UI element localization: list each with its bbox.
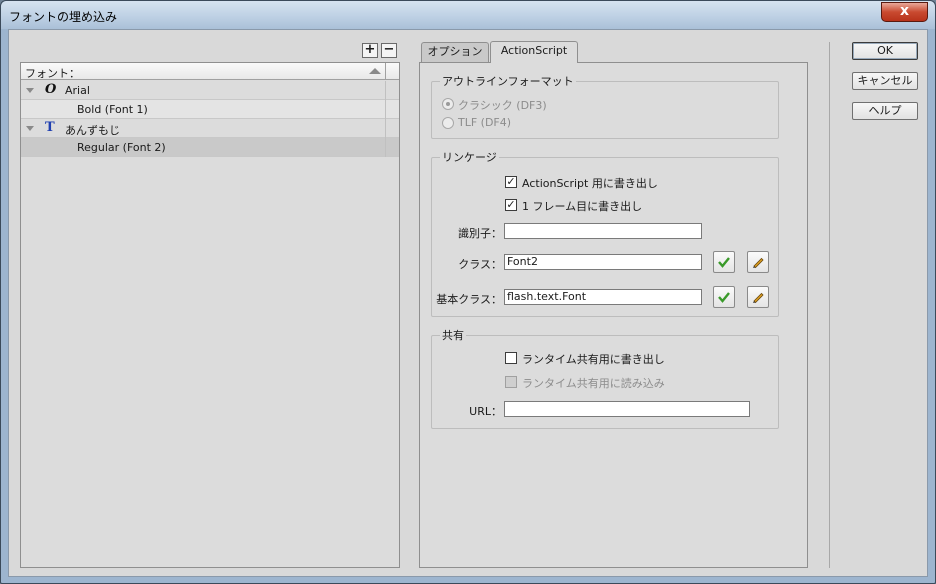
font-family-label: あんずもじ bbox=[65, 124, 120, 137]
font-column-header: フォント： bbox=[25, 67, 80, 80]
italic-o-font-icon: O bbox=[45, 82, 57, 97]
ok-button[interactable]: OK bbox=[852, 42, 918, 60]
validate-base-class-button[interactable] bbox=[713, 286, 735, 308]
import-runtime-sharing-label: ランタイム共有用に読み込み bbox=[522, 377, 665, 390]
font-style-label: Bold (Font 1) bbox=[77, 103, 148, 116]
outline-format-group: アウトラインフォーマット クラシック (DF3) TLF (DF4) bbox=[431, 73, 779, 139]
class-input[interactable]: Font2 bbox=[504, 254, 702, 270]
dialog-body: + − フォント： O Arial Bold (Font 1) T あんずもじ … bbox=[8, 29, 928, 577]
export-for-actionscript-checkbox[interactable]: ✓ bbox=[505, 176, 517, 188]
pencil-icon bbox=[753, 257, 764, 269]
export-runtime-sharing-checkbox[interactable] bbox=[505, 352, 517, 364]
checkmark-icon bbox=[718, 292, 730, 303]
export-for-actionscript-label: ActionScript 用に書き出し bbox=[522, 177, 658, 190]
remove-font-button[interactable]: − bbox=[381, 43, 397, 58]
font-style-row-selected[interactable]: Regular (Font 2) bbox=[21, 138, 399, 157]
title-bar: フォントの埋め込み x bbox=[1, 1, 935, 29]
pencil-icon bbox=[753, 292, 764, 304]
font-style-label: Regular (Font 2) bbox=[77, 141, 166, 154]
add-font-button[interactable]: + bbox=[362, 43, 378, 58]
font-list[interactable]: フォント： O Arial Bold (Font 1) T あんずもじ Regu… bbox=[20, 62, 400, 568]
base-class-label: 基本クラス： bbox=[436, 293, 502, 306]
checkmark-icon bbox=[718, 257, 730, 268]
url-label: URL： bbox=[469, 405, 502, 418]
validate-class-button[interactable] bbox=[713, 251, 735, 273]
truetype-font-icon: T bbox=[45, 120, 55, 135]
export-in-frame1-checkbox[interactable]: ✓ bbox=[505, 199, 517, 211]
close-button[interactable]: x bbox=[881, 2, 928, 22]
url-input[interactable] bbox=[504, 401, 750, 417]
font-family-row-arial[interactable]: O Arial bbox=[21, 81, 399, 100]
group-title: アウトラインフォーマット bbox=[440, 73, 576, 89]
expand-arrow-icon[interactable] bbox=[26, 126, 34, 131]
identifier-label: 識別子： bbox=[458, 227, 502, 240]
edit-base-class-button[interactable] bbox=[747, 286, 769, 308]
class-label: クラス： bbox=[458, 258, 502, 271]
radio-tlf[interactable] bbox=[442, 117, 454, 129]
edit-class-button[interactable] bbox=[747, 251, 769, 273]
group-title: 共有 bbox=[440, 327, 466, 343]
tab-options[interactable]: オプション bbox=[421, 42, 489, 62]
base-class-input[interactable]: flash.text.Font bbox=[504, 289, 702, 305]
dialog-window: フォントの埋め込み x + − フォント： O Arial Bold (Font… bbox=[0, 0, 936, 584]
expand-arrow-icon[interactable] bbox=[26, 88, 34, 93]
identifier-input[interactable] bbox=[504, 223, 702, 239]
sharing-group: 共有 ランタイム共有用に書き出し ランタイム共有用に読み込み URL： bbox=[431, 327, 779, 429]
group-title: リンケージ bbox=[440, 149, 499, 165]
font-family-label: Arial bbox=[65, 84, 90, 97]
radio-classic-label: クラシック (DF3) bbox=[458, 99, 547, 112]
actionscript-panel: アウトラインフォーマット クラシック (DF3) TLF (DF4) リンケージ… bbox=[419, 62, 808, 568]
radio-classic[interactable] bbox=[442, 98, 454, 110]
window-title: フォントの埋め込み bbox=[9, 10, 118, 24]
radio-tlf-label: TLF (DF4) bbox=[458, 116, 512, 129]
import-runtime-sharing-checkbox[interactable] bbox=[505, 376, 517, 388]
font-family-row-anzu[interactable]: T あんずもじ bbox=[21, 119, 399, 138]
tab-actionscript[interactable]: ActionScript bbox=[490, 41, 578, 63]
help-button[interactable]: ヘルプ bbox=[852, 102, 918, 120]
export-in-frame1-label: 1 フレーム目に書き出し bbox=[522, 200, 643, 213]
cancel-button[interactable]: キャンセル bbox=[852, 72, 918, 90]
list-header[interactable]: フォント： bbox=[21, 63, 399, 80]
sort-ascending-icon[interactable] bbox=[369, 68, 381, 74]
export-runtime-sharing-label: ランタイム共有用に書き出し bbox=[522, 353, 665, 366]
font-style-row[interactable]: Bold (Font 1) bbox=[21, 100, 399, 119]
linkage-group: リンケージ ✓ ActionScript 用に書き出し ✓ 1 フレーム目に書き… bbox=[431, 149, 779, 317]
